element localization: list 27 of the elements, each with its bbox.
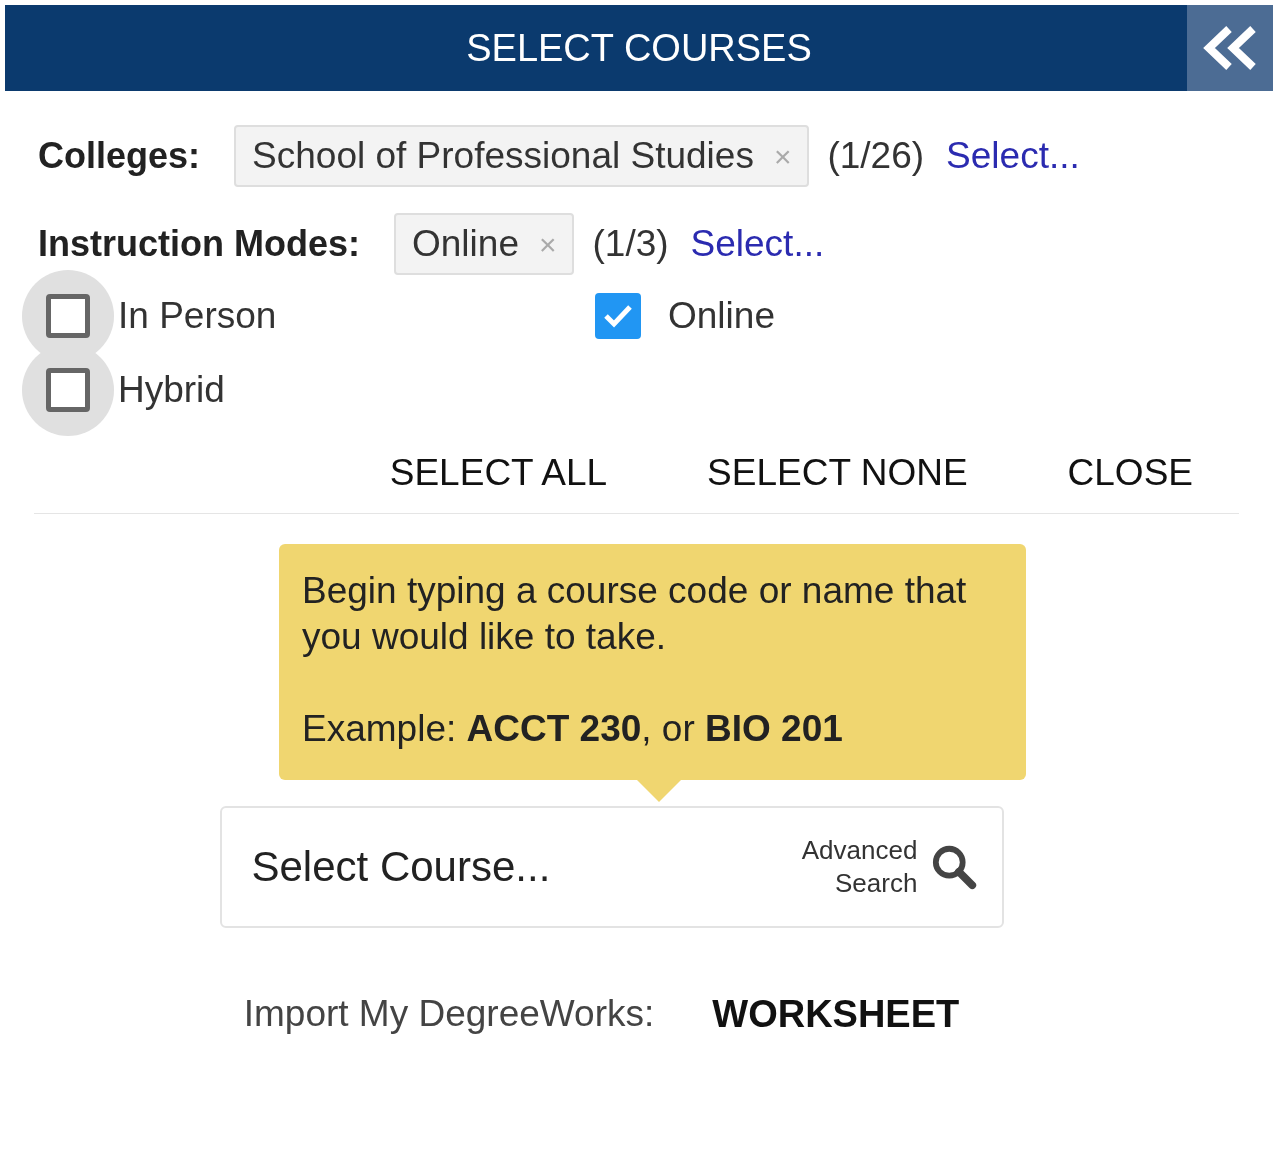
- checkbox[interactable]: [595, 293, 641, 339]
- filter-chip[interactable]: Online ×: [394, 213, 575, 275]
- checkbox[interactable]: [46, 294, 90, 338]
- filter-label: Instruction Modes:: [38, 222, 360, 266]
- checkbox-label: Online: [668, 294, 775, 339]
- advanced-search-link[interactable]: Advanced Search: [792, 833, 918, 900]
- chip-label: School of Professional Studies: [252, 134, 754, 179]
- course-search-field[interactable]: Select Course... Advanced Search: [219, 805, 1004, 928]
- filter-chip[interactable]: School of Professional Studies ×: [234, 125, 810, 187]
- import-label: Import My DegreeWorks:: [243, 992, 655, 1037]
- selection-count: (1/26): [827, 134, 925, 179]
- action-button[interactable]: CLOSE: [1067, 445, 1193, 501]
- chip-label: Online: [412, 222, 519, 267]
- selection-count: (1/3): [592, 222, 669, 267]
- panel-title: SELECT COURSES: [466, 25, 812, 71]
- worksheet-button[interactable]: WORKSHEET: [712, 985, 960, 1043]
- checkbox-label: Hybrid: [118, 368, 225, 413]
- checkbox-label: In Person: [118, 294, 277, 339]
- action-button[interactable]: SELECT NONE: [707, 445, 968, 501]
- hint-text: Begin typing a course code or name that you would like to take.: [302, 568, 968, 659]
- filter-label: Colleges:: [38, 134, 201, 178]
- select-link[interactable]: Select...: [690, 216, 825, 272]
- select-link[interactable]: Select...: [946, 128, 1080, 184]
- example-text: Example: ACCT 230, or BIO 201: [302, 706, 844, 751]
- checkbox[interactable]: [46, 368, 90, 412]
- collapse-button[interactable]: [1187, 5, 1273, 91]
- action-button[interactable]: SELECT ALL: [389, 445, 608, 501]
